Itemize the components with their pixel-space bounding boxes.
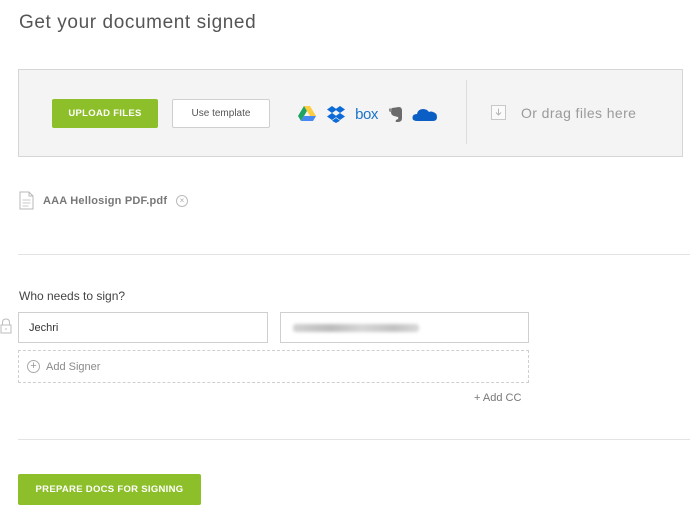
google-drive-icon[interactable]	[297, 104, 317, 124]
prepare-docs-button[interactable]: PREPARE DOCS FOR SIGNING	[18, 474, 201, 505]
panel-divider	[466, 80, 467, 144]
drag-drop-zone[interactable]: Or drag files here	[521, 105, 636, 121]
redacted-email	[293, 323, 419, 332]
box-icon[interactable]: box	[353, 104, 380, 124]
remove-file-button[interactable]: ×	[176, 195, 188, 207]
close-icon: ×	[179, 196, 185, 205]
lock-icon[interactable]	[0, 318, 12, 340]
page-title: Get your document signed	[19, 12, 257, 33]
add-signer-label: Add Signer	[46, 360, 101, 373]
onedrive-icon[interactable]	[411, 104, 438, 124]
download-arrow-icon	[491, 105, 506, 120]
signer-name-value: Jechri	[29, 321, 59, 334]
signers-heading: Who needs to sign?	[19, 289, 126, 303]
file-name: AAA Hellosign PDF.pdf	[43, 195, 168, 207]
dropbox-icon[interactable]	[326, 104, 346, 124]
use-template-button[interactable]: Use template	[172, 99, 270, 128]
signer-name-input[interactable]: Jechri	[18, 312, 268, 343]
evernote-icon[interactable]	[388, 104, 404, 124]
document-icon	[19, 191, 34, 215]
add-cc-link[interactable]: + Add CC	[474, 392, 521, 404]
signer-email-input[interactable]	[280, 312, 529, 343]
add-signer-button[interactable]: + Add Signer	[18, 350, 529, 383]
plus-icon: +	[27, 360, 40, 373]
section-divider	[18, 439, 690, 440]
section-divider	[18, 254, 690, 255]
upload-files-button[interactable]: UPLOAD FILES	[52, 99, 158, 128]
